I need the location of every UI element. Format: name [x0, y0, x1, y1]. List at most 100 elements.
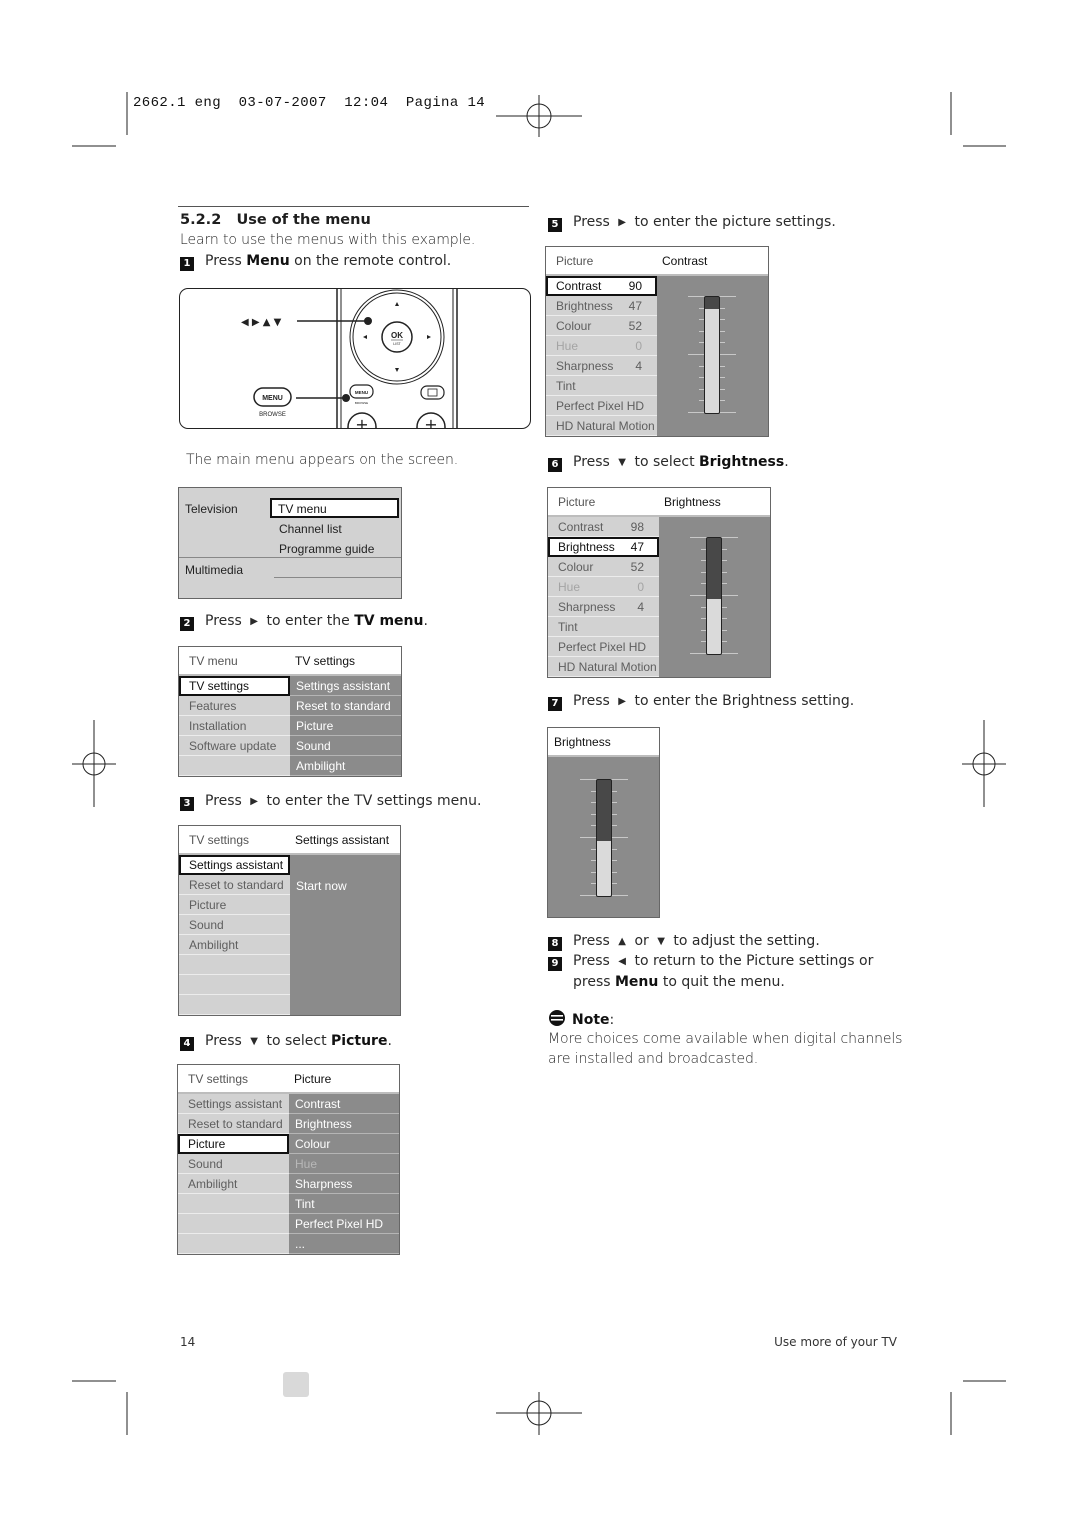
menu-item-label: HD Natural Motion	[558, 660, 657, 674]
menu-item[interactable]: Ambilight	[178, 1174, 289, 1194]
slider-bar[interactable]	[706, 537, 722, 655]
menu-item[interactable]: Software update	[179, 736, 290, 756]
menu-item[interactable]: Contrast 98	[548, 517, 659, 537]
submenu-item[interactable]: Sound	[290, 736, 401, 756]
menu-item[interactable]: Settings assistant	[179, 855, 290, 875]
submenu-item[interactable]: Brightness	[289, 1114, 399, 1134]
menu-item-value: 4	[637, 600, 644, 614]
main-menu-item-channel-list[interactable]: Channel list	[279, 522, 342, 536]
menu-item[interactable]: Brightness 47	[548, 537, 659, 557]
menu-item[interactable]: Contrast 90	[546, 276, 657, 296]
submenu-item-label: Perfect Pixel HD	[295, 1217, 384, 1231]
menu-header-right: Contrast	[662, 254, 708, 268]
menu-item[interactable]: Sound	[179, 915, 290, 935]
submenu-item[interactable]: Settings assistant	[290, 676, 401, 696]
menu-item[interactable]: Colour 52	[546, 316, 657, 336]
menu-header-right: TV settings	[295, 654, 356, 668]
menu-item[interactable]: Perfect Pixel HD	[548, 637, 659, 657]
menu-item-label: Ambilight	[188, 1177, 238, 1191]
menu-item[interactable]: Reset to standard	[179, 875, 290, 895]
slider-tick	[722, 572, 727, 573]
step-6: 6 Press ▼ to select Brightness.	[548, 452, 789, 473]
menu-item[interactable]	[178, 1214, 289, 1234]
menu-item[interactable]: HD Natural Motion	[548, 657, 659, 677]
menu-item[interactable]: Picture	[179, 895, 290, 915]
menu-item-label: Reset to standard	[188, 1117, 283, 1131]
menu-item[interactable]	[179, 756, 290, 776]
menu-screen-tv-settings: TV settings Settings assistant Settings as…	[178, 825, 401, 1016]
value-slider	[690, 537, 740, 655]
menu-item[interactable]: Sharpness 4	[546, 356, 657, 376]
slider-tick	[612, 791, 617, 792]
main-menu-multimedia[interactable]: Multimedia	[185, 563, 243, 577]
menu-header: TV settings Settings assistant	[179, 826, 400, 855]
slider-bar[interactable]	[704, 296, 720, 414]
submenu-item[interactable]: Sharpness	[289, 1174, 399, 1194]
menu-item[interactable]: HD Natural Motion	[546, 416, 657, 436]
menu-item[interactable]	[178, 1194, 289, 1214]
submenu-item[interactable]: Colour	[289, 1134, 399, 1154]
step-text: to enter the TV settings menu.	[262, 793, 482, 809]
menu-item[interactable]	[179, 975, 290, 995]
submenu-item-label: Settings assistant	[296, 679, 391, 693]
colour-bar-mark	[283, 1372, 309, 1397]
submenu-item[interactable]: Tint	[289, 1194, 399, 1214]
menu-item[interactable]: Settings assistant	[178, 1094, 289, 1114]
menu-item[interactable]: Brightness 47	[546, 296, 657, 316]
menu-item[interactable]: Sound	[178, 1154, 289, 1174]
arrow-key-icon: ▶	[618, 696, 626, 707]
menu-item-value: 52	[628, 319, 642, 333]
menu-item-label: Brightness	[556, 299, 613, 313]
menu-item[interactable]: Tint	[548, 617, 659, 637]
menu-item[interactable]: Hue 0	[548, 577, 659, 597]
slider-bar[interactable]	[596, 779, 612, 897]
menu-item[interactable]: Picture	[178, 1134, 289, 1154]
submenu-item[interactable]: Picture	[290, 716, 401, 736]
slider-tick	[612, 825, 617, 826]
section-number: 5.2.2	[180, 212, 222, 228]
menu-item[interactable]: Tint	[546, 376, 657, 396]
slider-tick	[612, 849, 617, 850]
slider-tick	[722, 641, 727, 642]
menu-item[interactable]	[179, 995, 290, 1015]
key-term: Menu	[246, 253, 290, 269]
step-text: Press	[573, 693, 615, 709]
submenu-action[interactable]: Start now	[296, 879, 347, 893]
menu-body: Contrast 98 Brightness 47 Colour 52 Hue 0 Sharpn…	[548, 517, 770, 677]
menu-header: Picture Brightness	[548, 488, 770, 517]
submenu-item[interactable]: Hue	[289, 1154, 399, 1174]
submenu-item-label: Tint	[295, 1197, 315, 1211]
menu-item[interactable]: Reset to standard	[178, 1114, 289, 1134]
submenu-item[interactable]: Reset to standard	[290, 696, 401, 716]
menu-item[interactable]: Installation	[179, 716, 290, 736]
submenu-item[interactable]: Contrast	[289, 1094, 399, 1114]
menu-item[interactable]: Features	[179, 696, 290, 716]
slider-tick	[720, 319, 725, 320]
main-menu-item-programme-guide[interactable]: Programme guide	[279, 542, 374, 556]
note-heading: Note:	[548, 1010, 614, 1030]
step-text: press	[573, 974, 615, 990]
step-7: 7 Press ▶ to enter the Brightness setting…	[548, 691, 854, 712]
menu-item[interactable]: TV settings	[179, 676, 290, 696]
menu-item[interactable]: Colour 52	[548, 557, 659, 577]
menu-screen-picture-brightness: Picture Brightness Contrast 98 Brightness 47 C…	[547, 487, 771, 678]
submenu-item[interactable]: Ambilight	[290, 756, 401, 776]
submenu-item-label: Sound	[296, 739, 331, 753]
menu-item[interactable]: Hue 0	[546, 336, 657, 356]
submenu-item[interactable]: Perfect Pixel HD	[289, 1214, 399, 1234]
slider-tick	[612, 860, 617, 861]
print-slug: 2662.1 eng 03-07-2007 12:04 Pagina 14	[133, 95, 486, 111]
menu-item-value: 4	[635, 359, 642, 373]
slider-tick	[722, 560, 727, 561]
menu-item[interactable]: Sharpness 4	[548, 597, 659, 617]
menu-item[interactable]	[179, 955, 290, 975]
small-browse-label: BROWSE	[355, 401, 368, 405]
slider-tick	[612, 872, 617, 873]
menu-body: TV settings Features Installation Software …	[179, 676, 401, 776]
menu-item[interactable]: Ambilight	[179, 935, 290, 955]
main-menu-item-tv-menu[interactable]: TV menu	[270, 498, 399, 518]
menu-item[interactable]	[178, 1234, 289, 1254]
main-menu-television: Television	[185, 502, 238, 516]
submenu-item[interactable]: ...	[289, 1234, 399, 1254]
menu-item[interactable]: Perfect Pixel HD	[546, 396, 657, 416]
